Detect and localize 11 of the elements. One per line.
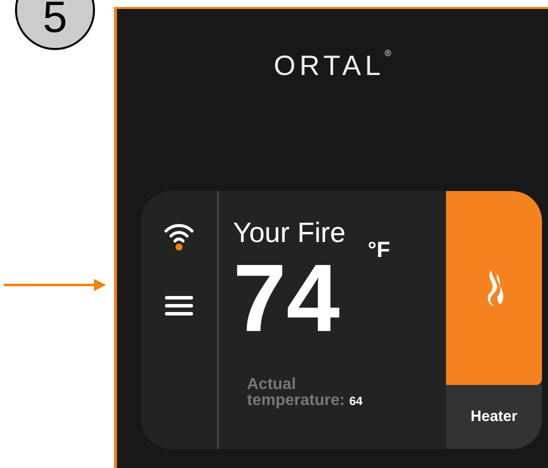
brand-logo: ORTAL <box>274 50 385 83</box>
heater-button[interactable]: Heater <box>446 385 542 449</box>
step-number: 5 <box>42 0 68 40</box>
registered-mark: ® <box>384 47 392 60</box>
actual-temperature: Actual temperature: 64 <box>247 377 364 409</box>
fire-title: Your Fire <box>233 219 347 247</box>
arrow-icon <box>4 278 106 292</box>
menu-icon[interactable] <box>164 295 194 317</box>
temperature-unit: °F <box>368 236 390 264</box>
wifi-icon[interactable] <box>164 221 194 251</box>
temperature-value: 74 <box>233 251 340 347</box>
